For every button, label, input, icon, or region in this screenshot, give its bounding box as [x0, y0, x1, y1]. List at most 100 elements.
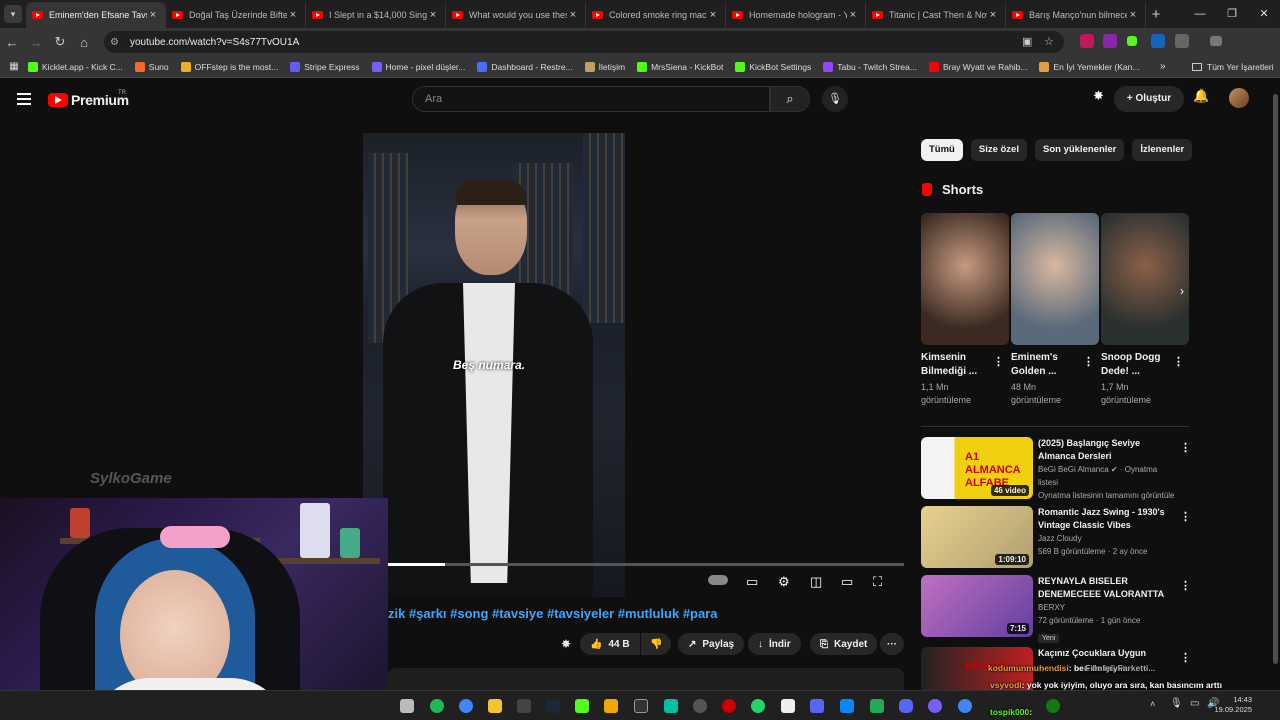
channel-name[interactable]: BERXY — [1038, 601, 1178, 614]
filter-chip[interactable]: Son yüklenenler — [1034, 139, 1125, 161]
fullscreen-icon[interactable]: ⛶ — [873, 574, 882, 590]
shorts-title[interactable]: Eminem's Golden ... — [1011, 351, 1081, 379]
tab-search-button[interactable]: ▾ — [4, 5, 22, 23]
autoplay-toggle[interactable] — [708, 575, 728, 585]
network-icon[interactable]: ▭ — [1190, 698, 1199, 709]
filter-chip[interactable]: Size özel — [970, 139, 1027, 161]
channel-name[interactable]: Jazz Cloudy — [1038, 532, 1178, 545]
close-tab-icon[interactable]: × — [707, 9, 719, 21]
menu-hamburger-icon[interactable] — [17, 93, 31, 108]
shorts-card[interactable]: Kimsenin Bilmediği ... 1,1 Mn görüntüleme… — [921, 213, 1009, 407]
shorts-thumbnail[interactable] — [1011, 213, 1099, 345]
more-actions-button[interactable]: ··· — [880, 633, 904, 655]
filter-chip[interactable]: İzlenenler — [1132, 139, 1193, 161]
recommended-video[interactable]: A1 ALMANCA ALFABE 46 video (2025) Başlangı… — [921, 437, 1191, 500]
settings-gear-icon[interactable]: ⚙ — [778, 574, 790, 590]
filter-chip[interactable]: Tümü — [921, 139, 963, 161]
bookmark-item[interactable]: Tabu - Twitch Strea... — [823, 61, 917, 72]
app-icon[interactable] — [870, 699, 884, 713]
video-player[interactable]: Beş numara. — [363, 133, 625, 597]
restore-icon[interactable]: ❐ — [1216, 0, 1248, 28]
more-options-icon[interactable]: ⋮ — [1180, 651, 1191, 664]
browser-tab[interactable]: Eminem'den Efsane Tavsiye× — [26, 2, 166, 28]
close-tab-icon[interactable]: × — [987, 9, 999, 21]
more-options-icon[interactable]: ⋮ — [1180, 579, 1191, 592]
epic-games-icon[interactable] — [517, 699, 531, 713]
download-button[interactable]: ↓ İndir — [748, 633, 801, 655]
browser-tab[interactable]: Barış Manço'nun bilmece... × — [1006, 2, 1146, 28]
save-button[interactable]: ⎘ Kaydet — [810, 633, 878, 655]
video-thumbnail[interactable]: 1:09:10 — [921, 506, 1033, 568]
address-bar[interactable]: ⚙ youtube.com/watch?v=S4s77TvOU1A ▣ ☆ — [104, 31, 1064, 53]
apps-grid-icon[interactable]: ▦ — [0, 61, 28, 72]
app-icon[interactable] — [722, 699, 736, 713]
close-tab-icon[interactable]: × — [847, 9, 859, 21]
cast-settings-icon[interactable]: ✸ — [1093, 88, 1104, 104]
steam-icon[interactable] — [546, 699, 560, 713]
discord-icon[interactable] — [899, 699, 913, 713]
shorts-card[interactable]: Snoop Dogg Dede! ... 1,7 Mn görüntüleme ⋮ — [1101, 213, 1189, 407]
reload-icon[interactable]: ↻ — [48, 34, 72, 50]
progress-bar[interactable] — [388, 563, 904, 566]
recommended-video[interactable]: 7:15 REYNAYLA BISELER DENEMECEEE VALORANT… — [921, 575, 1191, 643]
video-title[interactable]: Romantic Jazz Swing - 1930's Vintage Cla… — [1038, 506, 1178, 532]
voice-search-icon[interactable]: 🎙 — [822, 86, 848, 112]
close-tab-icon[interactable]: × — [427, 9, 439, 21]
bookmark-item[interactable]: Home - pixel düşler... — [371, 61, 465, 72]
bookmark-item[interactable]: En İyi Yemekler (Kan... — [1039, 61, 1139, 72]
browser-tab[interactable]: Doğal Taş Üzerinde Bifteki × — [166, 2, 306, 28]
cast-icon[interactable]: ▣ — [1022, 35, 1032, 48]
capcut-icon[interactable] — [634, 699, 648, 713]
dislike-button[interactable]: 👎 — [641, 633, 671, 655]
video-title[interactable]: (2025) Başlangıç Seviye Almanca Dersleri — [1038, 437, 1178, 463]
more-options-icon[interactable]: ⋮ — [1180, 441, 1191, 454]
bookmark-item[interactable]: OFFstep is the most... — [180, 61, 278, 72]
more-options-icon[interactable]: ⋮ — [1173, 355, 1184, 368]
youtube-logo[interactable]: Premium TR — [48, 90, 129, 108]
minimize-icon[interactable]: — — [1184, 0, 1216, 28]
search-input[interactable]: Ara — [412, 86, 770, 112]
share-button[interactable]: ↗ Paylaş — [678, 633, 745, 655]
avatar[interactable] — [1229, 88, 1249, 108]
close-tab-icon[interactable]: × — [147, 9, 159, 21]
chrome-icon[interactable] — [459, 699, 473, 713]
close-window-icon[interactable]: ✕ — [1248, 0, 1280, 28]
like-button[interactable]: 👍 44 B — [580, 633, 640, 655]
more-options-icon[interactable]: ⋮ — [1083, 355, 1094, 368]
bookmark-item[interactable]: MrsSiena - KickBot — [637, 61, 723, 72]
close-tab-icon[interactable]: × — [1127, 9, 1139, 21]
app-icon[interactable] — [664, 699, 678, 713]
kick-icon[interactable] — [575, 699, 589, 713]
xbox-icon[interactable] — [1046, 699, 1060, 713]
close-tab-icon[interactable]: × — [567, 9, 579, 21]
extension-icon[interactable] — [1080, 34, 1094, 48]
bookmark-item[interactable]: Kicklet.app - Kick C... — [28, 61, 123, 72]
extensions-puzzle-icon[interactable] — [1175, 34, 1189, 48]
next-shorts-icon[interactable]: › — [1180, 284, 1184, 298]
app-icon[interactable] — [810, 699, 824, 713]
bookmark-item[interactable]: Suno — [134, 61, 169, 72]
more-bookmarks-icon[interactable]: » — [1160, 61, 1166, 72]
app-icon[interactable] — [928, 699, 942, 713]
extension-icon[interactable] — [1127, 36, 1137, 46]
extension-icon[interactable] — [1103, 34, 1117, 48]
bookmark-star-icon[interactable]: ☆ — [1044, 35, 1054, 48]
shorts-title[interactable]: Kimsenin Bilmediği ... — [921, 351, 991, 379]
close-tab-icon[interactable]: × — [287, 9, 299, 21]
whatsapp-icon[interactable] — [751, 699, 765, 713]
shorts-title[interactable]: Snoop Dogg Dede! ... — [1101, 351, 1171, 379]
browser-tab[interactable]: I Slept in a $14,000 Singa...× — [306, 2, 446, 28]
microphone-icon[interactable]: 🎙 — [1170, 698, 1183, 709]
site-info-icon[interactable]: ⚙ — [110, 37, 124, 48]
video-title[interactable]: REYNAYLA BISELER DENEMECEEE VALORANTTA — [1038, 575, 1178, 601]
video-thumbnail[interactable]: A1 ALMANCA ALFABE 46 video — [921, 437, 1033, 499]
scrollbar-thumb[interactable] — [1273, 94, 1278, 664]
subtitles-icon[interactable]: ▭ — [746, 574, 758, 590]
menu-icon[interactable] — [1210, 36, 1222, 46]
bookmark-item[interactable]: Stripe Express — [290, 61, 360, 72]
file-explorer-icon[interactable] — [488, 699, 502, 713]
bookmark-item[interactable]: İletişim — [584, 61, 625, 72]
notepad-icon[interactable] — [781, 699, 795, 713]
shorts-thumbnail[interactable] — [921, 213, 1009, 345]
spotify-icon[interactable] — [430, 699, 444, 713]
